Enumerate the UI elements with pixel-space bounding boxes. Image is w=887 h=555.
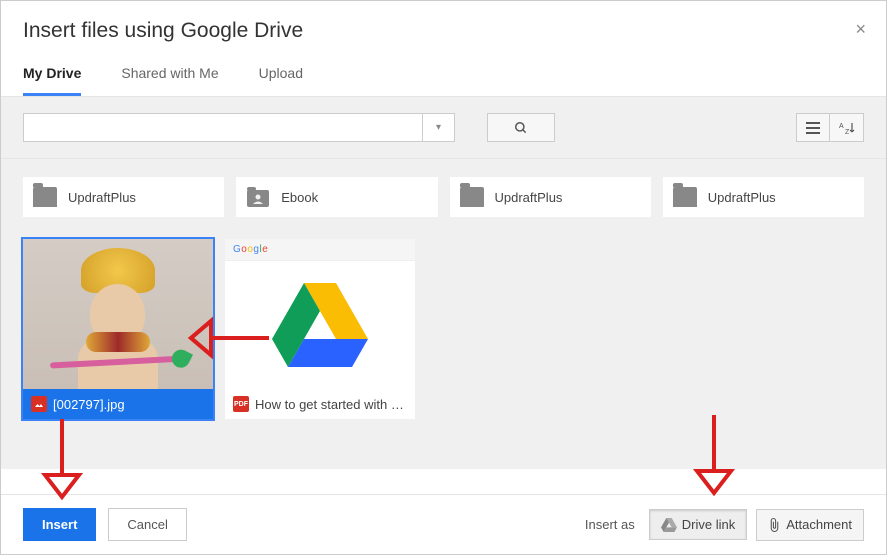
folder-item[interactable]: UpdraftPlus: [23, 177, 224, 217]
footer-right: Insert as Drive link Attachment: [585, 509, 864, 541]
view-list-button[interactable]: [796, 113, 830, 142]
search-dropdown-toggle[interactable]: ▾: [423, 113, 455, 142]
drive-icon: [661, 518, 677, 532]
drive-picker-modal: Insert files using Google Drive × My Dri…: [0, 0, 887, 555]
modal-title: Insert files using Google Drive: [23, 19, 864, 43]
close-icon[interactable]: ×: [855, 19, 866, 40]
file-thumbnail[interactable]: Google PDF How to get started with …: [225, 239, 415, 419]
search-box: ▾: [23, 113, 455, 142]
folder-item[interactable]: UpdraftPlus: [450, 177, 651, 217]
insert-button[interactable]: Insert: [23, 508, 96, 541]
shared-folder-icon: [246, 187, 270, 207]
folder-label: UpdraftPlus: [68, 190, 136, 205]
file-thumbnail-selected[interactable]: [002797].jpg: [23, 239, 213, 419]
cancel-button[interactable]: Cancel: [108, 508, 186, 541]
toolbar-right: AZ: [796, 113, 864, 142]
tab-upload[interactable]: Upload: [259, 65, 303, 96]
folder-label: UpdraftPlus: [708, 190, 776, 205]
sort-button[interactable]: AZ: [830, 113, 864, 142]
file-row: [002797].jpg Google PDF Ho: [23, 239, 864, 419]
google-drive-logo-icon: [272, 283, 368, 367]
thumbnail-caption: [002797].jpg: [23, 389, 213, 419]
folder-row: UpdraftPlus Ebook UpdraftPlus UpdraftPlu…: [23, 177, 864, 217]
folder-icon: [673, 187, 697, 207]
list-icon: [806, 122, 820, 134]
search-icon: [514, 121, 528, 135]
image-file-icon: [31, 396, 47, 412]
folder-icon: [33, 187, 57, 207]
insert-as-label: Insert as: [585, 517, 635, 532]
tab-shared-with-me[interactable]: Shared with Me: [121, 65, 218, 96]
folder-icon: [460, 187, 484, 207]
modal-footer: Insert Cancel Insert as Drive link Attac…: [1, 494, 886, 554]
file-name: How to get started with …: [255, 397, 404, 412]
folder-label: UpdraftPlus: [495, 190, 563, 205]
thumbnail-caption: PDF How to get started with …: [225, 389, 415, 419]
search-button[interactable]: [487, 113, 555, 142]
svg-text:A: A: [839, 123, 844, 130]
insert-as-attachment[interactable]: Attachment: [756, 509, 864, 541]
search-input[interactable]: [23, 113, 423, 142]
pill-label: Attachment: [786, 517, 852, 532]
tab-my-drive[interactable]: My Drive: [23, 65, 81, 96]
svg-text:Z: Z: [845, 129, 850, 135]
folder-label: Ebook: [281, 190, 318, 205]
pill-label: Drive link: [682, 517, 735, 532]
thumbnail-image: [23, 239, 213, 389]
folder-item[interactable]: Ebook: [236, 177, 437, 217]
thumbnail-image: Google: [225, 239, 415, 389]
sort-az-icon: AZ: [839, 121, 855, 135]
file-name: [002797].jpg: [53, 397, 125, 412]
folder-item[interactable]: UpdraftPlus: [663, 177, 864, 217]
footer-left: Insert Cancel: [23, 508, 187, 541]
insert-as-drive-link[interactable]: Drive link: [649, 509, 747, 540]
file-grid: UpdraftPlus Ebook UpdraftPlus UpdraftPlu…: [1, 159, 886, 469]
modal-header: Insert files using Google Drive ×: [1, 1, 886, 49]
paperclip-icon: [768, 517, 781, 533]
toolbar-left: ▾: [23, 113, 555, 142]
tab-bar: My Drive Shared with Me Upload: [1, 49, 886, 97]
toolbar: ▾ AZ: [1, 97, 886, 159]
pdf-file-icon: PDF: [233, 396, 249, 412]
